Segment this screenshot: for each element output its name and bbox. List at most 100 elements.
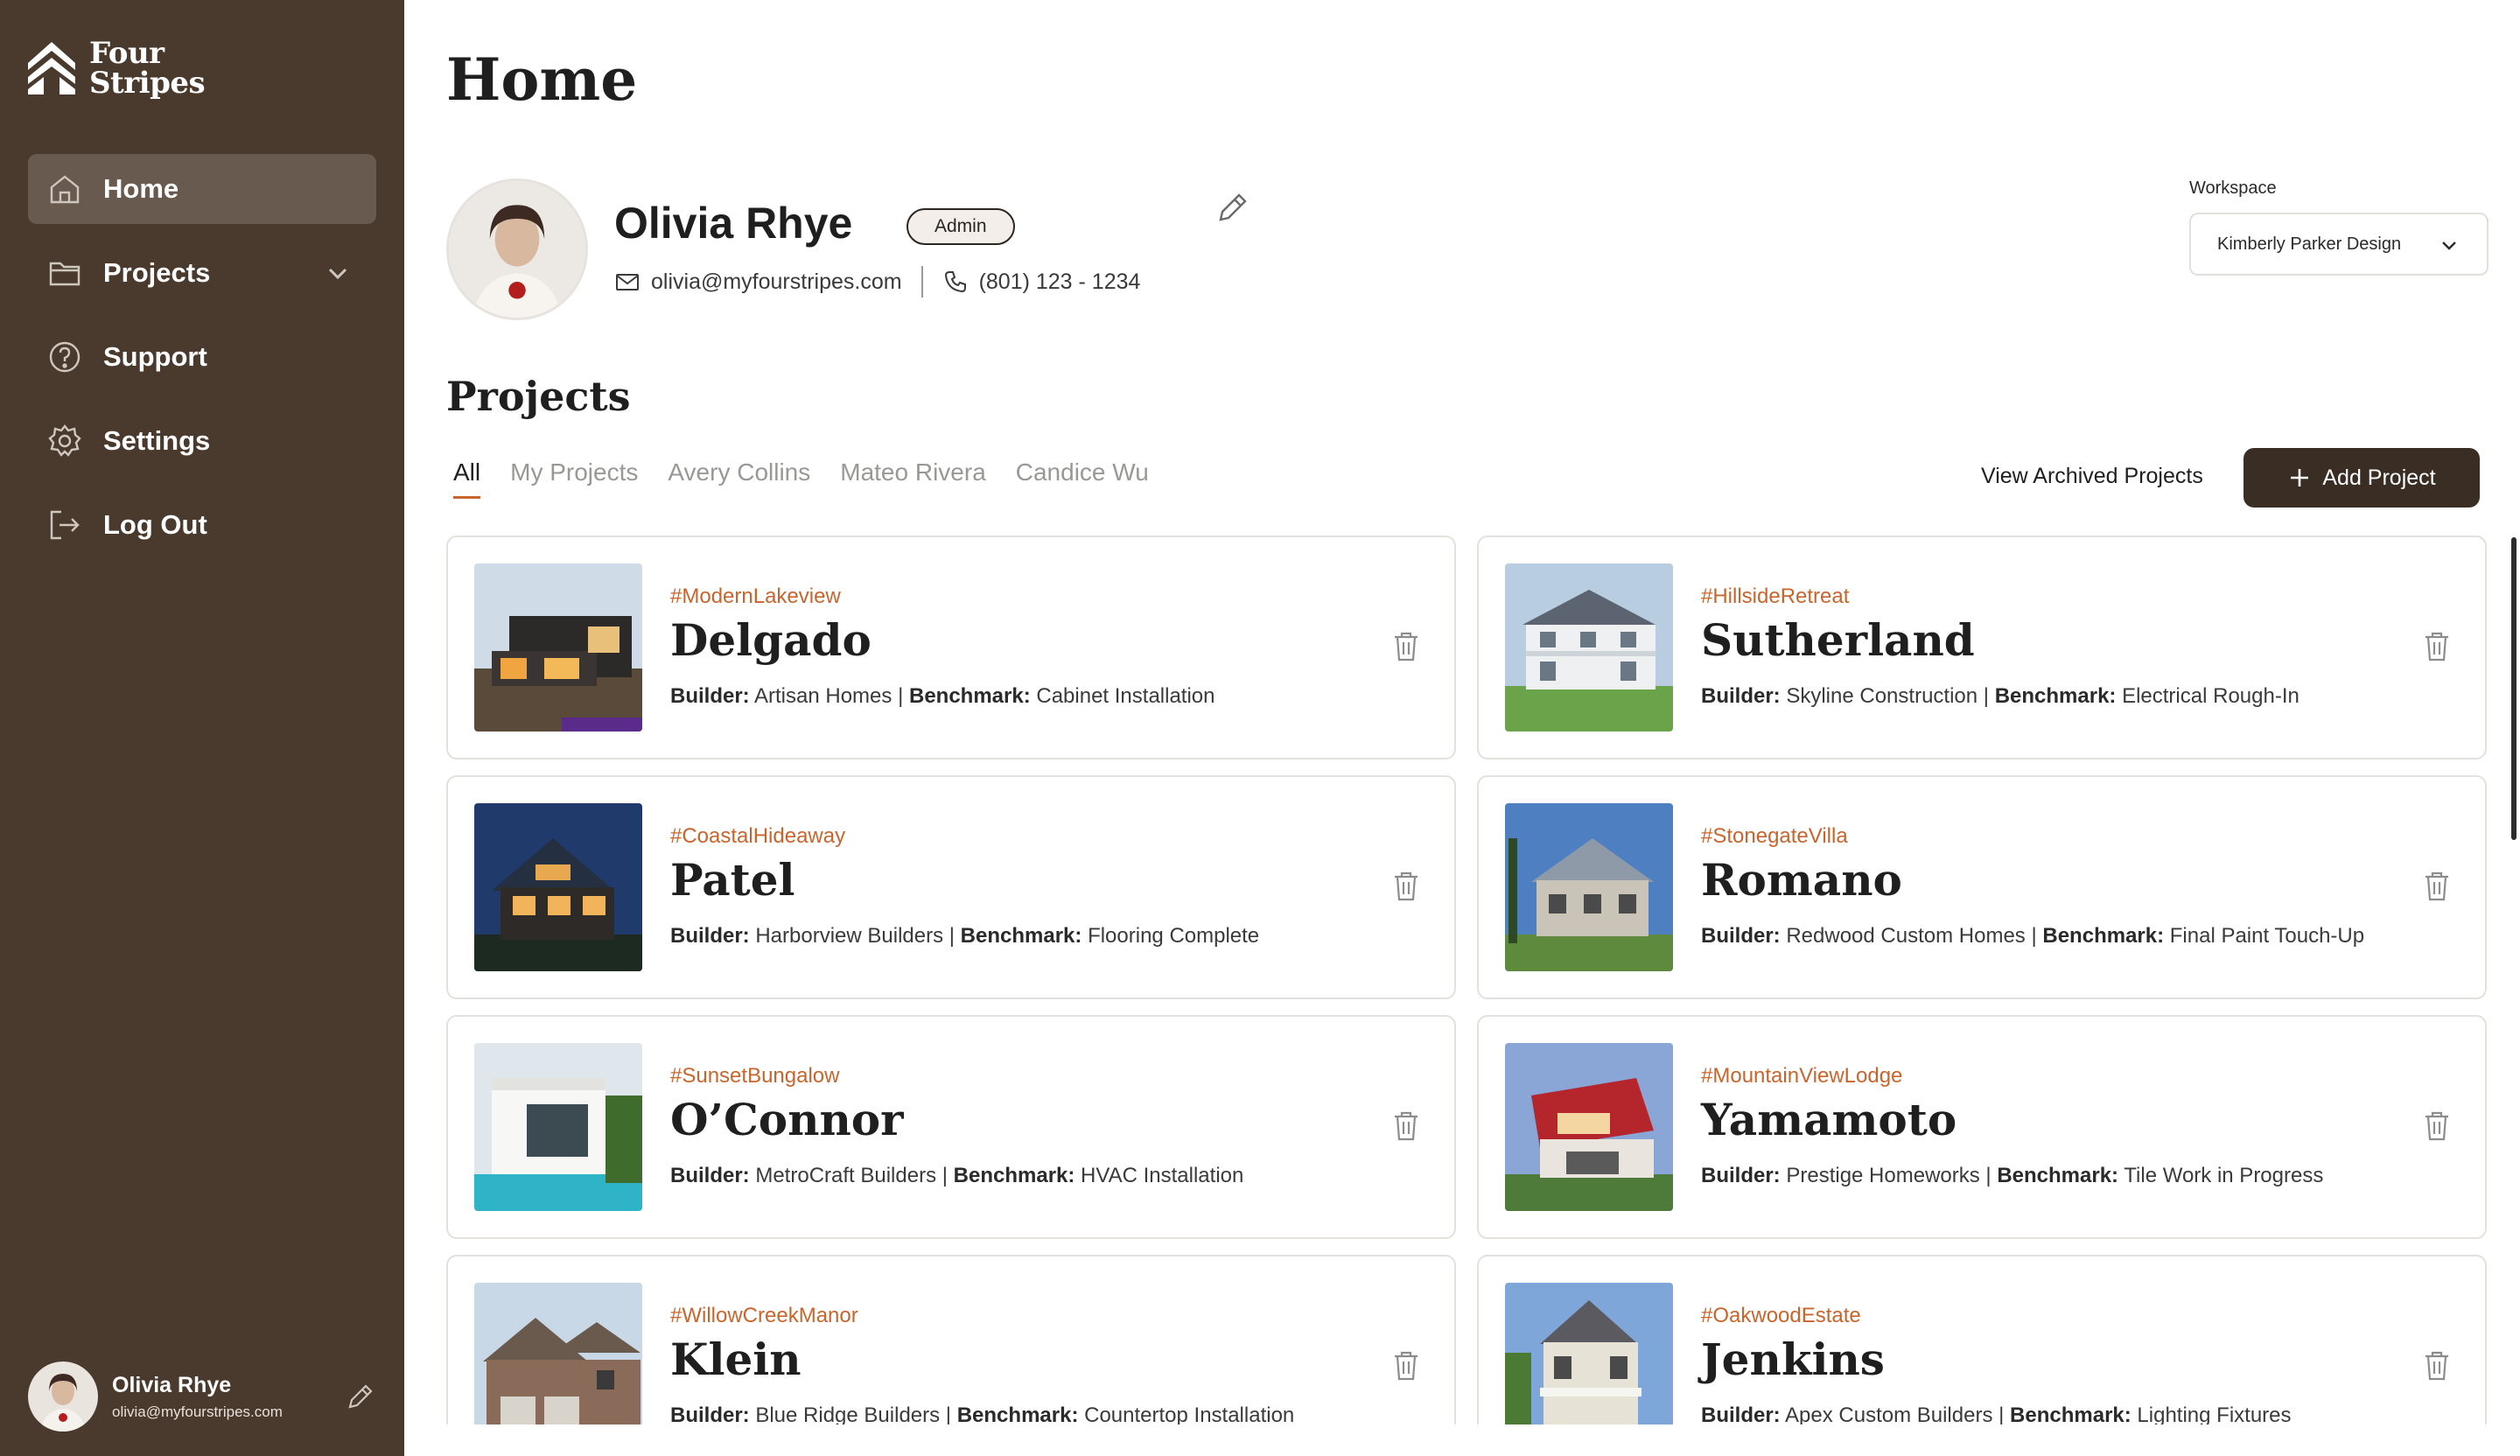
project-tag: #StonegateVilla <box>1701 824 1848 848</box>
nav-item-logout[interactable]: Log Out <box>28 490 376 560</box>
pencil-icon[interactable] <box>1214 189 1251 226</box>
main-nav: Home Projects Support Settings Log Out <box>28 154 376 574</box>
project-card[interactable]: #MountainViewLodge Yamamoto Builder: Pre… <box>1477 1015 2487 1239</box>
add-project-label: Add Project <box>2322 465 2436 490</box>
profile-email[interactable]: olivia@myfourstripes.com <box>651 270 902 295</box>
project-meta: Builder: Blue Ridge Builders | Benchmark… <box>670 1404 1295 1424</box>
main-content: Home Olivia Rhye Admin olivia@myfourstri… <box>404 0 2520 1456</box>
avatar[interactable] <box>446 178 588 320</box>
project-name[interactable]: Delgado <box>670 614 872 666</box>
project-card[interactable]: #StonegateVilla Romano Builder: Redwood … <box>1477 775 2487 999</box>
trash-icon[interactable] <box>2422 1110 2452 1143</box>
project-tag: #CoastalHideaway <box>670 824 846 848</box>
pencil-icon[interactable] <box>345 1381 376 1412</box>
project-thumbnail <box>1505 1283 1673 1424</box>
project-thumbnail <box>1505 803 1673 971</box>
project-meta: Builder: MetroCraft Builders | Benchmark… <box>670 1164 1244 1187</box>
project-name[interactable]: Romano <box>1701 854 1902 906</box>
project-meta: Builder: Apex Custom Builders | Benchmar… <box>1701 1404 2292 1424</box>
home-icon <box>47 172 82 206</box>
workspace-label: Workspace <box>2189 178 2277 198</box>
nav-item-home[interactable]: Home <box>28 154 376 224</box>
tab-candice-wu[interactable]: Candice Wu <box>1016 458 1149 499</box>
project-meta: Builder: Harborview Builders | Benchmark… <box>670 924 1260 948</box>
workspace-value: Kimberly Parker Design <box>2217 234 2402 254</box>
project-thumbnail <box>474 564 642 732</box>
project-card[interactable]: #OakwoodEstate Jenkins Builder: Apex Cus… <box>1477 1255 2487 1424</box>
project-card[interactable]: #HillsideRetreat Sutherland Builder: Sky… <box>1477 536 2487 760</box>
project-thumbnail <box>1505 564 1673 732</box>
project-thumbnail <box>474 803 642 971</box>
trash-icon[interactable] <box>2422 630 2452 663</box>
project-tag: #MountainViewLodge <box>1701 1064 1903 1088</box>
project-thumbnail <box>474 1283 642 1424</box>
chevron-down-icon <box>2442 242 2456 250</box>
page-title: Home <box>446 46 638 114</box>
nav-label: Log Out <box>103 509 207 540</box>
projects-title: Projects <box>446 373 631 420</box>
project-tag: #HillsideRetreat <box>1701 584 1850 608</box>
scrollbar[interactable] <box>2511 537 2516 840</box>
mail-icon <box>616 274 639 290</box>
project-meta: Builder: Artisan Homes | Benchmark: Cabi… <box>670 684 1215 708</box>
project-card[interactable]: #WillowCreekManor Klein Builder: Blue Ri… <box>446 1255 1456 1424</box>
workspace-picker: Workspace Kimberly Parker Design <box>2189 178 2488 276</box>
project-tag: #WillowCreekManor <box>670 1304 858 1327</box>
profile-phone[interactable]: (801) 123 - 1234 <box>979 270 1141 295</box>
project-tag: #SunsetBungalow <box>670 1064 840 1088</box>
profile-card: Olivia Rhye Admin olivia@myfourstripes.c… <box>446 178 1321 322</box>
trash-icon[interactable] <box>1391 870 1421 903</box>
logo[interactable]: Four Stripes <box>26 36 206 101</box>
project-name[interactable]: Patel <box>670 854 795 906</box>
sidebar-user-name: Olivia Rhye <box>112 1372 232 1397</box>
trash-icon[interactable] <box>1391 1349 1421 1382</box>
nav-label: Home <box>103 173 179 204</box>
sidebar-user-email: olivia@myfourstripes.com <box>112 1403 283 1420</box>
project-name[interactable]: Jenkins <box>1701 1334 1885 1385</box>
chevron-down-icon[interactable] <box>322 257 354 289</box>
nav-label: Projects <box>103 257 211 288</box>
gear-icon <box>47 424 82 458</box>
nav-item-settings[interactable]: Settings <box>28 406 376 476</box>
sidebar-user: Olivia Rhye olivia@myfourstripes.com <box>28 1362 376 1432</box>
profile-name: Olivia Rhye <box>614 199 853 248</box>
tab-my-projects[interactable]: My Projects <box>510 458 638 499</box>
project-name[interactable]: O’Connor <box>670 1094 904 1145</box>
project-card[interactable]: #CoastalHideaway Patel Builder: Harborvi… <box>446 775 1456 999</box>
project-name[interactable]: Sutherland <box>1701 614 1975 666</box>
trash-icon[interactable] <box>1391 1110 1421 1143</box>
logo-text: Four Stripes <box>89 36 206 101</box>
project-meta: Builder: Redwood Custom Homes | Benchmar… <box>1701 924 2365 948</box>
project-card[interactable]: #ModernLakeview Delgado Builder: Artisan… <box>446 536 1456 760</box>
help-icon <box>47 340 82 374</box>
nav-item-support[interactable]: Support <box>28 322 376 392</box>
plus-icon <box>2291 469 2309 486</box>
tab-mateo-rivera[interactable]: Mateo Rivera <box>840 458 986 499</box>
tab-avery-collins[interactable]: Avery Collins <box>668 458 810 499</box>
nav-label: Support <box>103 341 207 372</box>
trash-icon[interactable] <box>2422 870 2452 903</box>
nav-item-projects[interactable]: Projects <box>28 238 376 308</box>
avatar[interactable] <box>28 1362 98 1432</box>
project-thumbnail <box>1505 1043 1673 1211</box>
add-project-button[interactable]: Add Project <box>2244 448 2480 508</box>
profile-contact: olivia@myfourstripes.com (801) 123 - 123… <box>614 266 1140 298</box>
tab-all[interactable]: All <box>453 458 481 499</box>
nav-label: Settings <box>103 425 211 456</box>
project-thumbnail <box>474 1043 642 1211</box>
role-badge: Admin <box>906 208 1015 245</box>
logout-icon <box>47 508 82 542</box>
folder-icon <box>47 256 82 290</box>
workspace-select[interactable]: Kimberly Parker Design <box>2189 213 2488 276</box>
project-name[interactable]: Yamamoto <box>1701 1094 1956 1145</box>
trash-icon[interactable] <box>1391 630 1421 663</box>
project-name[interactable]: Klein <box>670 1334 802 1385</box>
project-grid: #ModernLakeview Delgado Builder: Artisan… <box>446 536 2488 1424</box>
project-card[interactable]: #SunsetBungalow O’Connor Builder: MetroC… <box>446 1015 1456 1239</box>
project-tabs: All My Projects Avery Collins Mateo Rive… <box>453 458 1179 499</box>
project-meta: Builder: Skyline Construction | Benchmar… <box>1701 684 2300 708</box>
trash-icon[interactable] <box>2422 1349 2452 1382</box>
project-meta: Builder: Prestige Homeworks | Benchmark:… <box>1701 1164 2324 1187</box>
project-tag: #OakwoodEstate <box>1701 1304 1861 1327</box>
view-archived-link[interactable]: View Archived Projects <box>1981 464 2203 489</box>
